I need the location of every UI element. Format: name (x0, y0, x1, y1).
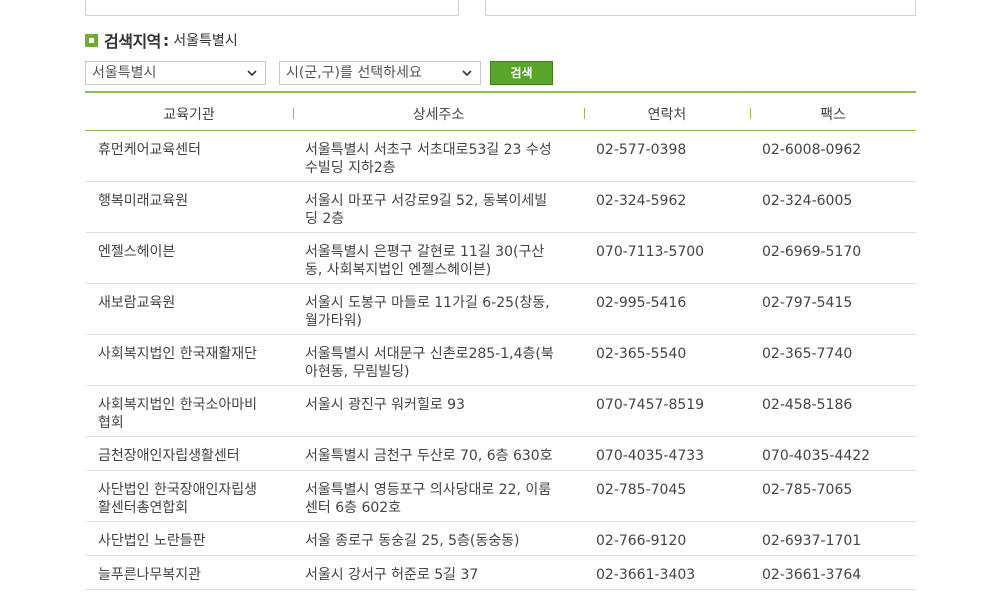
institution-phone: 070-4035-4733 (596, 448, 705, 464)
previous-panel-right (485, 0, 916, 16)
table-row: 사회복지법인 한국재활재단 서울특별시 서대문구 신촌로285-1,4층(북 아현동… (85, 335, 916, 386)
header-institution: 교육기관 (163, 107, 215, 123)
header-address: 상세주소 (412, 107, 465, 123)
institution-address: 서울 종로구 동숭길 25, 5층(동숭동) (305, 533, 520, 549)
institution-address: 서울특별시 서대문구 신촌로285-1,4층(북 아현동, 무림빌딩) (305, 346, 554, 380)
table-row: 엔젤스헤이븐 서울특별시 은평구 갈현로 11길 30(구산 동, 사회복지법인 엔… (85, 233, 916, 284)
search-region-label: 검색지역 (104, 32, 161, 51)
table-row: 휴먼케어교육센터 서울특별시 서초구 서초대로53길 23 수성 수빌딩 지하2층 0… (85, 131, 916, 182)
institution-phone: 02-365-5540 (596, 346, 687, 362)
institution-phone: 02-324-5962 (596, 193, 687, 209)
city-select[interactable]: 서울특별시 (85, 61, 266, 85)
institution-name: 사회복지법인 한국재활재단 (98, 346, 258, 362)
institution-phone: 070-7457-8519 (596, 397, 705, 413)
institution-name: 늘푸른나무복지관 (98, 567, 202, 583)
institution-name: 사단법인 노란들판 (98, 533, 206, 549)
institution-phone: 02-995-5416 (596, 295, 687, 311)
institution-table: 교육기관 상세주소 연락처 팩스 휴먼케어교육센터 서울특별시 서초구 서초대로5… (85, 91, 916, 590)
institution-fax: 02-6008-0962 (762, 142, 862, 158)
institution-address: 서울특별시 영등포구 의사당대로 22, 이룸 센터 6층 602호 (305, 482, 552, 516)
institution-address: 서울특별시 서초구 서초대로53길 23 수성 수빌딩 지하2층 (305, 142, 552, 176)
institution-address: 서울시 도봉구 마들로 11가길 6-25(창동, 월가타워) (305, 295, 550, 329)
table-row: 행복미래교육원 서울시 마포구 서강로9길 52, 동복이세빌 딩 2층 02-324… (85, 182, 916, 233)
institution-fax: 02-797-5415 (762, 295, 853, 311)
table-body: 휴먼케어교육센터 서울특별시 서초구 서초대로53길 23 수성 수빌딩 지하2층 0… (85, 131, 916, 590)
institution-phone: 070-7113-5700 (596, 244, 705, 260)
header-fax: 팩스 (820, 107, 846, 123)
search-button[interactable]: 검색 (490, 61, 553, 85)
search-region-heading: 검색지역 : 서울특별시 (85, 29, 238, 51)
institution-name: 사단법인 한국장애인자립생 활센터총연합회 (98, 482, 258, 516)
institution-phone: 02-785-7045 (596, 482, 687, 498)
square-bullet-icon (85, 33, 98, 47)
institution-phone: 02-577-0398 (596, 142, 687, 158)
header-phone: 연락처 (647, 107, 687, 123)
district-select-value: 시(군,구)를 선택하세요 (286, 65, 422, 81)
search-region-colon: : (162, 30, 170, 50)
institution-fax: 02-365-7740 (762, 346, 853, 362)
institution-address: 서울특별시 금천구 두산로 70, 6층 630호 (305, 448, 553, 464)
table-row: 사단법인 노란들판 서울 종로구 동숭길 25, 5층(동숭동) 02-766-91… (85, 522, 916, 556)
table-row: 새보람교육원 서울시 도봉구 마들로 11가길 6-25(창동, 월가타워) 02-9… (85, 284, 916, 335)
chevron-down-icon (247, 70, 257, 77)
city-select-value: 서울특별시 (92, 65, 157, 81)
district-select[interactable]: 시(군,구)를 선택하세요 (279, 61, 481, 85)
institution-address: 서울시 광진구 워커힐로 93 (305, 397, 465, 413)
institution-fax: 02-6969-5170 (762, 244, 862, 260)
institution-fax: 070-4035-4422 (762, 448, 871, 464)
institution-address: 서울시 강서구 허준로 5길 37 (305, 567, 479, 583)
institution-fax: 02-785-7065 (762, 482, 853, 498)
previous-panel-left (85, 0, 459, 16)
institution-phone: 02-766-9120 (596, 533, 687, 549)
institution-fax: 02-6937-1701 (762, 533, 862, 549)
current-region: 서울특별시 (173, 33, 238, 49)
institution-name: 새보람교육원 (98, 295, 176, 311)
institution-name: 금천장애인자립생활센터 (98, 448, 240, 464)
table-row: 사회복지법인 한국소아마비 협회 서울시 광진구 워커힐로 93 070-7457-8… (85, 386, 916, 437)
table-header: 교육기관 상세주소 연락처 팩스 (85, 91, 916, 131)
institution-fax: 02-324-6005 (762, 193, 853, 209)
institution-fax: 02-458-5186 (762, 397, 853, 413)
table-row: 사단법인 한국장애인자립생 활센터총연합회 서울특별시 영등포구 의사당대로 22,… (85, 471, 916, 522)
institution-fax: 02-3661-3764 (762, 567, 862, 583)
institution-address: 서울시 마포구 서강로9길 52, 동복이세빌 딩 2층 (305, 193, 548, 227)
table-row: 늘푸른나무복지관 서울시 강서구 허준로 5길 37 02-3661-3403 02-… (85, 556, 916, 590)
institution-name: 엔젤스헤이븐 (98, 244, 176, 260)
institution-name: 행복미래교육원 (98, 193, 189, 209)
institution-name: 휴먼케어교육센터 (98, 142, 202, 158)
table-row: 금천장애인자립생활센터 서울특별시 금천구 두산로 70, 6층 630호 070-… (85, 437, 916, 471)
institution-address: 서울특별시 은평구 갈현로 11길 30(구산 동, 사회복지법인 엔젤스헤이븐) (305, 244, 545, 278)
chevron-down-icon (462, 70, 472, 77)
institution-phone: 02-3661-3403 (596, 567, 696, 583)
institution-name: 사회복지법인 한국소아마비 협회 (98, 397, 258, 431)
